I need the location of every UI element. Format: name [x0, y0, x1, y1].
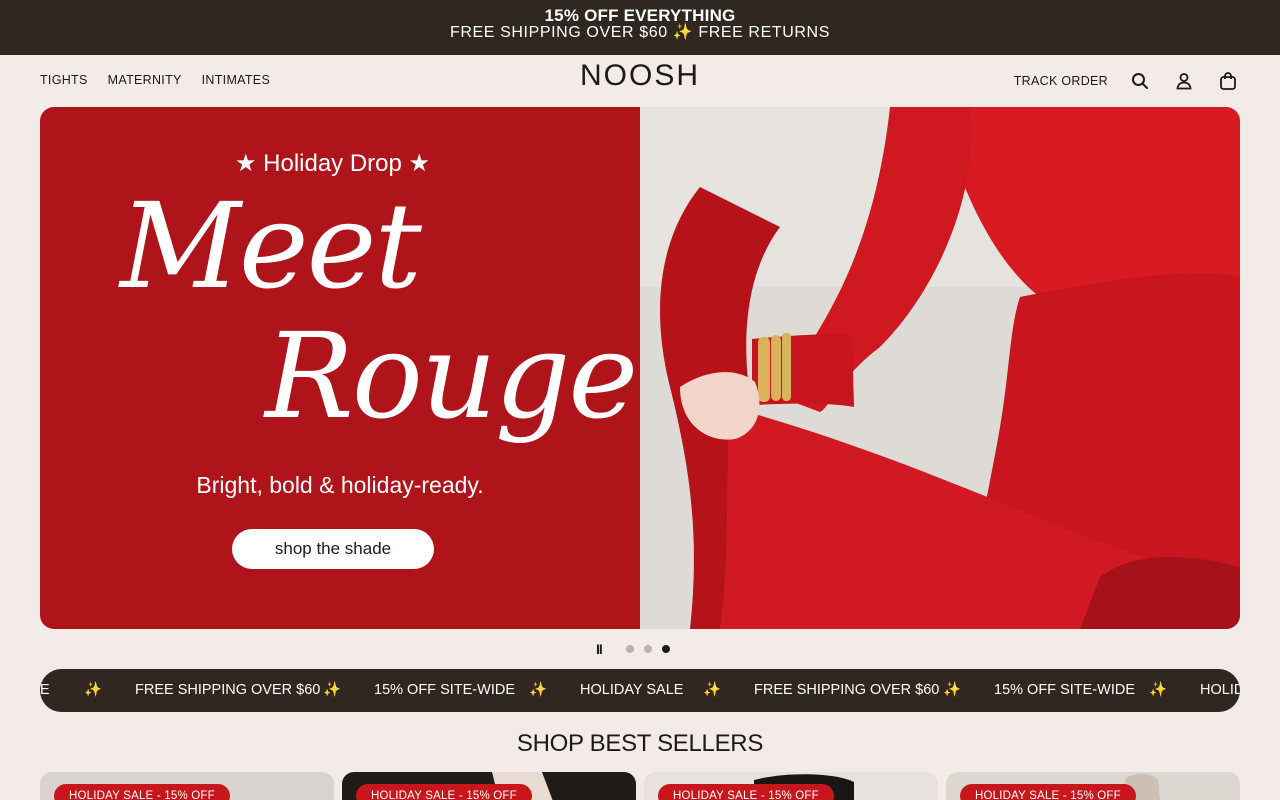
marquee-item: FREE SHIPPING OVER $60	[135, 682, 321, 698]
promo-marquee: E ✨ FREE SHIPPING OVER $60 ✨ 15% OFF SIT…	[40, 669, 1240, 712]
hero-photo	[640, 107, 1240, 629]
search-icon[interactable]	[1128, 69, 1152, 93]
hero-text-panel: ★ Holiday Drop ★ Meet Rouge Bright, bold…	[40, 107, 640, 629]
nav-link-tights[interactable]: TIGHTS	[40, 73, 88, 87]
hero-subtitle: Bright, bold & holiday-ready.	[196, 472, 484, 498]
marquee-item: HOLID	[1200, 682, 1240, 698]
hero-script-line2: Rouge	[265, 307, 638, 445]
carousel-controls: II	[596, 641, 670, 657]
carousel-dot-3[interactable]	[661, 645, 670, 653]
marquee-item: HOLIDAY SALE	[580, 682, 684, 698]
marquee-sparkle: ✨	[943, 682, 962, 698]
carousel-dot-2[interactable]	[643, 645, 652, 653]
brand-logo[interactable]: NOOSH	[540, 59, 740, 93]
nav-links: TIGHTS MATERNITY INTIMATES	[40, 73, 270, 87]
marquee-sparkle: ✨	[529, 682, 548, 698]
sale-badge: HOLIDAY SALE - 15% OFF	[356, 784, 532, 800]
hero-eyebrow: ★ Holiday Drop ★	[234, 150, 431, 177]
marquee-sparkle: ✨	[1149, 682, 1168, 698]
track-order-link[interactable]: TRACK ORDER	[1014, 74, 1108, 88]
nav-link-intimates[interactable]: INTIMATES	[202, 73, 270, 87]
hero-banner[interactable]: ★ Holiday Drop ★ Meet Rouge Bright, bold…	[40, 107, 1240, 629]
product-card[interactable]: HOLIDAY SALE - 15% OFF	[342, 772, 636, 800]
nav-actions: TRACK ORDER	[1014, 67, 1240, 95]
nav-link-maternity[interactable]: MATERNITY	[108, 73, 182, 87]
marquee-sparkle: ✨	[323, 682, 342, 698]
announcement-bar: 15% OFF EVERYTHING FREE SHIPPING OVER $6…	[0, 0, 1280, 55]
best-sellers-grid: HOLIDAY SALE - 15% OFF HOLIDAY SALE - 15…	[40, 772, 1240, 800]
sale-badge: HOLIDAY SALE - 15% OFF	[54, 784, 230, 800]
main-nav: TIGHTS MATERNITY INTIMATES NOOSH TRACK O…	[0, 55, 1280, 107]
account-icon[interactable]	[1172, 69, 1196, 93]
marquee-item: 15% OFF SITE-WIDE	[374, 682, 515, 698]
product-card[interactable]: HOLIDAY SALE - 15% OFF	[946, 772, 1240, 800]
best-sellers-title: SHOP BEST SELLERS	[516, 730, 764, 757]
marquee-item: 15% OFF SITE-WIDE	[994, 682, 1135, 698]
marquee-item: FREE SHIPPING OVER $60	[754, 682, 940, 698]
marquee-item: E	[40, 682, 50, 698]
announcement-subline: FREE SHIPPING OVER $60 ✨ FREE RETURNS	[450, 24, 830, 41]
cart-icon[interactable]	[1216, 69, 1240, 93]
carousel-pause-button[interactable]: II	[596, 641, 603, 657]
hero-script-line1: Meet	[120, 177, 422, 315]
marquee-sparkle: ✨	[84, 682, 103, 698]
product-card[interactable]: HOLIDAY SALE - 15% OFF	[644, 772, 938, 800]
model-in-red-illustration	[640, 107, 1240, 629]
sale-badge: HOLIDAY SALE - 15% OFF	[960, 784, 1136, 800]
carousel-dot-1[interactable]	[625, 645, 634, 653]
marquee-sparkle: ✨	[703, 682, 722, 698]
sale-badge: HOLIDAY SALE - 15% OFF	[658, 784, 834, 800]
product-card[interactable]: HOLIDAY SALE - 15% OFF	[40, 772, 334, 800]
shop-the-shade-button[interactable]: shop the shade	[232, 529, 434, 569]
